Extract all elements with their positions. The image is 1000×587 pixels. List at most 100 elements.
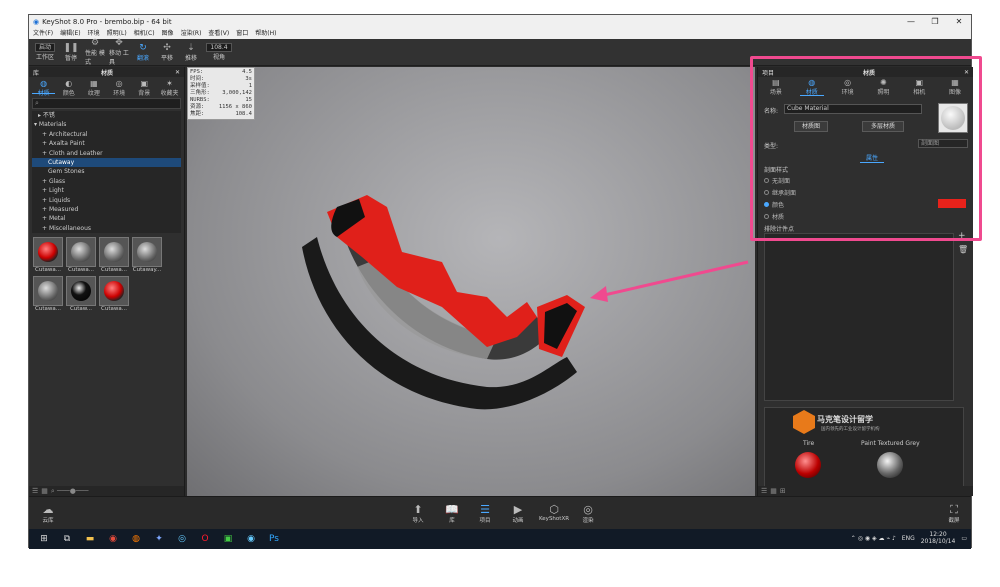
material-thumb[interactable]: Cutaway...	[132, 237, 162, 273]
clock[interactable]: 12:20 2018/10/14	[921, 531, 956, 545]
tree-item[interactable]: Gem Stones	[32, 167, 181, 176]
menu-window[interactable]: 窗口	[236, 29, 248, 39]
paint-grey-preview[interactable]	[877, 452, 903, 478]
opera-icon[interactable]: O	[197, 533, 213, 545]
close-icon[interactable]: ✕	[964, 69, 969, 76]
tree-item[interactable]: + Liquids	[32, 196, 181, 205]
zoom-slider[interactable]: ⌕ ───●───	[51, 487, 89, 496]
multi-material-button[interactable]: 多层材质	[862, 121, 904, 132]
type-select[interactable]: 剖面图	[918, 139, 968, 148]
notification-icon[interactable]: ▭	[961, 535, 967, 542]
minimize-button[interactable]: —	[899, 15, 923, 29]
menu-view[interactable]: 查看(V)	[208, 29, 229, 39]
fov-input[interactable]: 108.4	[206, 43, 232, 52]
dolly-button[interactable]: ⇣ 推移	[181, 43, 201, 62]
render-button[interactable]: ◎ 渲染	[575, 503, 601, 524]
close-icon[interactable]: ✕	[175, 69, 180, 76]
app-icon[interactable]: ◎	[174, 533, 190, 545]
firefox-icon[interactable]: ◍	[128, 533, 144, 545]
explorer-icon[interactable]: ▬	[82, 533, 98, 545]
material-graph-button[interactable]: 材质图	[794, 121, 828, 132]
menu-render[interactable]: 渲染(R)	[181, 29, 202, 39]
material-thumb[interactable]: Cutawa...	[33, 237, 63, 273]
library-button[interactable]: 📖 库	[439, 503, 465, 524]
tree-item[interactable]: + Glass	[32, 177, 181, 186]
performance-mode-button[interactable]: ⚙ 性能 模式	[85, 38, 105, 66]
grid-view-icon[interactable]: ▦	[770, 487, 777, 495]
material-thumb[interactable]: Cutawa...	[66, 237, 96, 273]
material-name-input[interactable]: Cube Material	[784, 104, 922, 114]
app-icon[interactable]: ▣	[220, 533, 236, 545]
tab-textures[interactable]: ▦ 纹理	[82, 79, 105, 97]
tab-lighting[interactable]: ✺ 照明	[871, 78, 895, 96]
close-button[interactable]: ✕	[947, 15, 971, 29]
keyshot-taskbar-icon[interactable]: ◉	[243, 533, 259, 545]
maximize-button[interactable]: ❐	[923, 15, 947, 29]
tree-item[interactable]: + Measured	[32, 205, 181, 214]
import-button[interactable]: ⬆ 导入	[405, 503, 431, 524]
option-no-cutaway[interactable]: 无剖面	[764, 176, 790, 185]
tree-item[interactable]: + Metal	[32, 214, 181, 223]
material-thumb[interactable]: Cutawa...	[99, 237, 129, 273]
cloud-library-button[interactable]: ☁ 云库	[35, 503, 61, 524]
material-thumb[interactable]: Cutawa...	[99, 276, 129, 312]
menu-file[interactable]: 文件(F)	[33, 29, 53, 39]
cutaway-color-swatch[interactable]	[938, 199, 966, 208]
workspace-button[interactable]: 启动 工作区	[33, 43, 57, 61]
tree-item[interactable]: + Axalta Paint	[32, 139, 181, 148]
tray-icons[interactable]: ⌃ ◎ ◉ ◈ ☁ ⌁ ♪	[851, 535, 896, 542]
option-inherit-cutaway[interactable]: 继承剖面	[764, 188, 796, 197]
tree-item[interactable]: ▾ Materials	[32, 120, 181, 129]
add-icon[interactable]: +	[958, 231, 966, 241]
screenshot-button[interactable]: ⛶ 截屏	[941, 503, 967, 524]
project-button[interactable]: ☰ 项目	[472, 503, 498, 524]
pan-button[interactable]: ✣ 平移	[157, 43, 177, 62]
pause-button[interactable]: ❚❚ 暂停	[61, 43, 81, 62]
language-indicator[interactable]: ENG	[902, 535, 915, 542]
material-thumb[interactable]: Cutawa...	[33, 276, 63, 312]
tire-preview[interactable]	[795, 452, 821, 478]
tumble-button[interactable]: ↻ 翻滚	[133, 43, 153, 62]
tab-materials[interactable]: ◍ 材质	[32, 79, 56, 97]
menu-edit[interactable]: 编辑(E)	[60, 29, 80, 39]
app-icon[interactable]: ✦	[151, 533, 167, 545]
tree-item[interactable]: + Miscellaneous	[32, 224, 181, 233]
tree-view-icon[interactable]: ⊞	[780, 487, 786, 495]
workspace-select[interactable]: 启动	[34, 43, 55, 52]
list-view-icon[interactable]: ☰	[761, 487, 767, 495]
photoshop-icon[interactable]: Ps	[266, 533, 282, 545]
tab-environment[interactable]: ◎ 环境	[836, 78, 860, 96]
tree-item[interactable]: ▸ 不锈	[32, 111, 181, 120]
list-view-icon[interactable]: ☰	[32, 487, 38, 495]
material-thumb[interactable]: Cutaw...	[66, 276, 96, 312]
menu-image[interactable]: 图像	[162, 29, 174, 39]
tab-camera[interactable]: ▣ 相机	[907, 78, 931, 96]
tab-colors[interactable]: ◐ 颜色	[57, 79, 80, 97]
keyshotxr-button[interactable]: ⬡ KeyShotXR	[539, 503, 569, 522]
trash-icon[interactable]: 🗑	[958, 245, 968, 254]
properties-tab[interactable]: 属性	[860, 153, 885, 163]
tab-environments[interactable]: ◎ 环境	[108, 79, 131, 97]
menu-help[interactable]: 帮助(H)	[255, 29, 276, 39]
start-icon[interactable]: ⊞	[36, 533, 52, 545]
tree-item[interactable]: + Light	[32, 186, 181, 195]
tab-material[interactable]: ◍ 材质	[799, 78, 824, 96]
tab-favorites[interactable]: ✶ 收藏夹	[158, 79, 181, 97]
tab-image[interactable]: ▦ 图像	[943, 78, 967, 96]
menu-camera[interactable]: 相机(C)	[134, 29, 155, 39]
exclude-list[interactable]	[764, 233, 954, 401]
library-search-input[interactable]: ⌕	[32, 98, 181, 109]
option-color[interactable]: 颜色	[764, 200, 784, 209]
tree-item-selected[interactable]: Cutaway	[32, 157, 181, 168]
tree-item[interactable]: + Cloth and Leather	[32, 149, 181, 158]
render-viewport[interactable]: FPS: 4.5 时间: 3s 采样值: 1 三角形: 3,000,142 NURBS:…	[187, 67, 755, 496]
material-preview-swatch[interactable]	[938, 103, 968, 133]
option-material[interactable]: 材质	[764, 212, 784, 221]
grid-view-icon[interactable]: ▦	[41, 487, 48, 495]
tab-scene[interactable]: ▤ 场景	[764, 78, 788, 96]
task-view-icon[interactable]: ⧉	[59, 533, 75, 545]
chrome-icon[interactable]: ◉	[105, 533, 121, 545]
tab-backplates[interactable]: ▣ 背景	[133, 79, 156, 97]
tree-item[interactable]: + Architectural	[32, 130, 181, 139]
animation-button[interactable]: ▶ 动画	[505, 503, 531, 524]
